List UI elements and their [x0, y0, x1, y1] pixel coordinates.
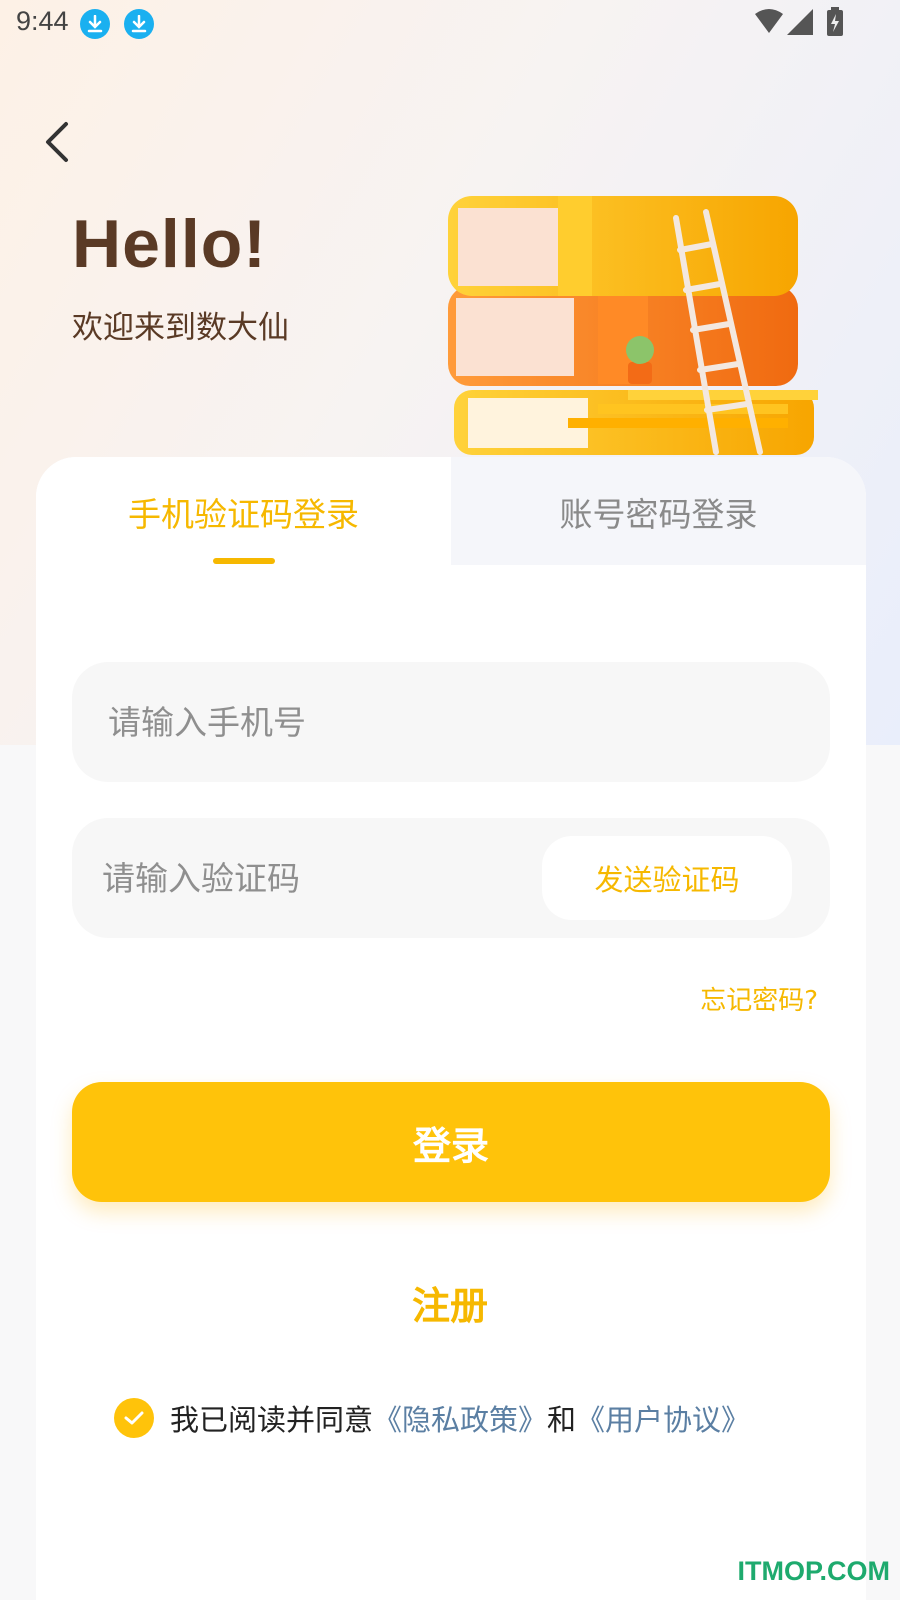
- code-input[interactable]: [102, 818, 542, 938]
- agreement-row: 我已阅读并同意 《隐私政策》 和 《用户协议》: [114, 1396, 750, 1440]
- phone-field: [72, 662, 830, 782]
- back-button[interactable]: [36, 116, 80, 168]
- login-button[interactable]: 登录: [72, 1082, 830, 1202]
- agreement-prefix: 我已阅读并同意: [170, 1403, 374, 1437]
- tab-phone-code-login[interactable]: 手机验证码登录: [36, 488, 451, 536]
- tab-active-indicator: [213, 558, 275, 564]
- tab-password-login[interactable]: 账号密码登录: [451, 488, 866, 536]
- send-code-button[interactable]: 发送验证码: [542, 836, 792, 920]
- agreement-and: 和: [547, 1403, 577, 1437]
- download-icon: [80, 9, 110, 39]
- wifi-icon: [755, 9, 783, 33]
- welcome-subtitle: 欢迎来到数大仙: [72, 310, 289, 346]
- signal-icon: [787, 9, 813, 35]
- watermark: ITMOP.COM: [737, 1556, 890, 1586]
- check-icon: [124, 1411, 144, 1425]
- battery-icon: [827, 7, 843, 36]
- privacy-policy-link[interactable]: 《隐私政策》: [373, 1397, 547, 1439]
- agreement-checkbox[interactable]: [114, 1398, 154, 1438]
- chevron-left-icon: [46, 122, 68, 162]
- status-bar: 9:44: [0, 0, 900, 48]
- phone-input[interactable]: [108, 662, 548, 782]
- greeting-title: Hello!: [72, 206, 267, 282]
- download-icon: [124, 9, 154, 39]
- user-agreement-link[interactable]: 《用户协议》: [576, 1397, 750, 1439]
- status-time: 9:44: [16, 6, 69, 36]
- code-field: 发送验证码: [72, 818, 830, 938]
- register-label[interactable]: 注册: [412, 1284, 488, 1328]
- books-illustration: [448, 196, 818, 455]
- register-link[interactable]: 注册: [0, 1275, 900, 1330]
- forgot-password-link[interactable]: 忘记密码?: [700, 980, 818, 1017]
